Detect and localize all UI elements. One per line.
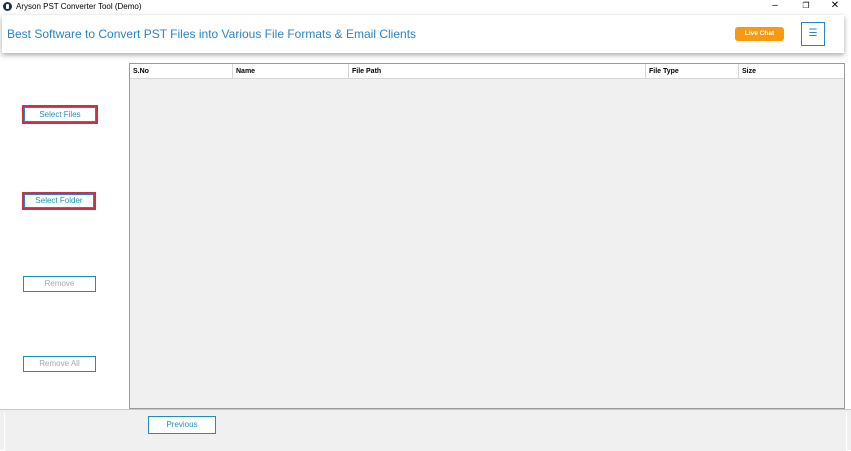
footer-panel (4, 412, 847, 451)
window-titlebar: Aryson PST Converter Tool (Demo) – ❐ ✕ (0, 0, 851, 13)
hamburger-menu-icon[interactable]: ☰ (801, 22, 825, 46)
close-icon[interactable]: ✕ (820, 0, 850, 13)
column-header-file-type[interactable]: File Type (646, 64, 739, 79)
previous-button[interactable]: Previous (148, 416, 216, 434)
file-list-table[interactable]: S.No Name File Path File Type Size (129, 63, 845, 409)
column-header-size[interactable]: Size (739, 64, 844, 79)
app-header: Best Software to Convert PST Files into … (2, 15, 844, 53)
remove-button[interactable]: Remove (23, 276, 96, 292)
column-header-name[interactable]: Name (233, 64, 349, 79)
table-header: S.No Name File Path File Type Size (130, 64, 844, 79)
window-title: Aryson PST Converter Tool (Demo) (16, 2, 142, 11)
live-chat-button[interactable]: Live Chat (735, 27, 784, 41)
minimize-icon[interactable]: – (760, 0, 790, 13)
app-logo-icon (3, 2, 12, 11)
maximize-icon[interactable]: ❐ (791, 0, 821, 13)
column-header-file-path[interactable]: File Path (349, 64, 646, 79)
select-files-button[interactable]: Select Files (22, 105, 98, 124)
column-header-sno[interactable]: S.No (130, 64, 233, 79)
footer-bar (0, 409, 851, 451)
remove-all-button[interactable]: Remove All (23, 356, 96, 372)
select-folder-button[interactable]: Select Folder (22, 192, 96, 210)
header-title: Best Software to Convert PST Files into … (7, 27, 417, 41)
